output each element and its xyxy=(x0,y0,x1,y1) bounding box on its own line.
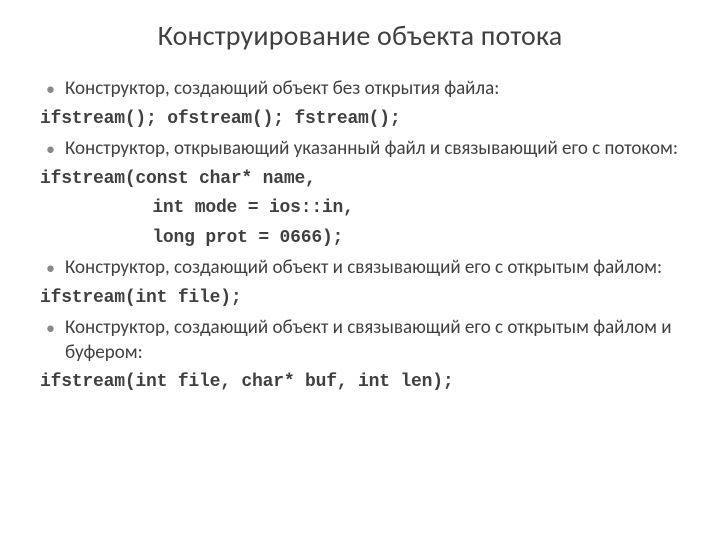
code-line: int mode = ios::in, xyxy=(40,197,680,220)
code-line: ifstream(int file); xyxy=(40,287,680,310)
bullet-text: Конструктор, создающий объект и связываю… xyxy=(65,256,680,281)
code-line: ifstream(); ofstream(); fstream(); xyxy=(40,108,680,131)
bullet-item: • Конструктор, создающий объект без откр… xyxy=(40,77,680,102)
bullet-text: Конструктор, открывающий указанный файл … xyxy=(65,137,680,162)
code-line: ifstream(const char* name, xyxy=(40,168,680,191)
bullet-icon: • xyxy=(46,77,55,101)
bullet-icon: • xyxy=(46,316,55,340)
bullet-item: • Конструктор, открывающий указанный фай… xyxy=(40,137,680,162)
bullet-icon: • xyxy=(46,137,55,161)
code-line: long prot = 0666); xyxy=(40,227,680,250)
slide-title: Конструирование объекта потока xyxy=(40,18,680,53)
bullet-icon: • xyxy=(46,256,55,280)
bullet-text: Конструктор, создающий объект и связываю… xyxy=(65,316,680,365)
code-line: ifstream(int file, char* buf, int len); xyxy=(40,371,680,394)
bullet-item: • Конструктор, создающий объект и связыв… xyxy=(40,316,680,365)
slide-content: • Конструктор, создающий объект без откр… xyxy=(40,77,680,395)
bullet-text: Конструктор, создающий объект без открыт… xyxy=(65,77,680,102)
bullet-item: • Конструктор, создающий объект и связыв… xyxy=(40,256,680,281)
slide: Конструирование объекта потока • Констру… xyxy=(0,0,720,540)
